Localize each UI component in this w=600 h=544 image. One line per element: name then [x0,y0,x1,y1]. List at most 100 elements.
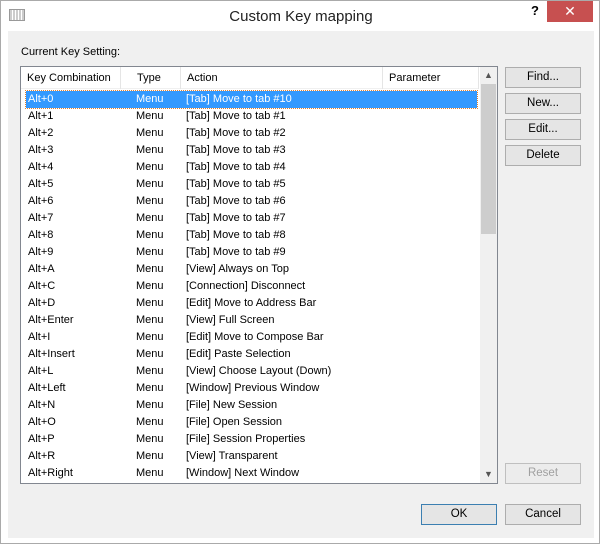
action-cell: [Tab] Move to tab #7 [186,212,286,224]
key-mapping-list[interactable]: Key Combination Type Action Parameter Al… [20,66,498,484]
table-row[interactable]: Alt+7 Menu [Tab] Move to tab #7 [26,210,477,227]
key-combination-cell: Alt+I [28,331,51,343]
table-row[interactable]: Alt+8 Menu [Tab] Move to tab #8 [26,227,477,244]
delete-button[interactable]: Delete [505,145,581,166]
key-combination-cell: Alt+N [28,399,56,411]
scroll-up-icon[interactable]: ▲ [480,67,497,84]
table-row[interactable]: Alt+4 Menu [Tab] Move to tab #4 [26,159,477,176]
type-cell: Menu [136,110,164,122]
parameter-cell [384,380,474,397]
type-cell: Menu [136,416,164,428]
parameter-cell [384,261,474,278]
action-cell: [Connection] Disconnect [186,280,306,292]
parameter-cell [384,193,474,210]
table-row[interactable]: Alt+L Menu [View] Choose Layout (Down) [26,363,477,380]
parameter-cell [384,295,474,312]
type-cell: Menu [136,229,164,241]
table-row[interactable]: Alt+N Menu [File] New Session [26,397,477,414]
table-row[interactable]: Alt+5 Menu [Tab] Move to tab #5 [26,176,477,193]
table-row[interactable]: Alt+6 Menu [Tab] Move to tab #6 [26,193,477,210]
dialog-window: Custom Key mapping ? ✕ Current Key Setti… [0,0,600,544]
table-row[interactable]: Alt+Enter Menu [View] Full Screen [26,312,477,329]
parameter-cell [384,414,474,431]
key-combination-cell: Alt+3 [28,144,54,156]
table-row[interactable]: Alt+Insert Menu [Edit] Paste Selection [26,346,477,363]
action-cell: [File] New Session [186,399,278,411]
key-combination-cell: Alt+D [28,297,56,309]
table-row[interactable]: Alt+Right Menu [Window] Next Window [26,465,477,482]
action-cell: [View] Full Screen [186,314,275,326]
key-combination-cell: Alt+R [28,450,56,462]
table-row[interactable]: Alt+9 Menu [Tab] Move to tab #9 [26,244,477,261]
key-combination-cell: Alt+7 [28,212,54,224]
key-combination-cell: Alt+6 [28,195,54,207]
help-button[interactable]: ? [525,3,545,18]
key-combination-cell: Alt+1 [28,110,54,122]
action-cell: [File] Session Properties [186,433,306,445]
column-key-combination[interactable]: Key Combination [21,67,121,89]
table-row[interactable]: Alt+2 Menu [Tab] Move to tab #2 [26,125,477,142]
parameter-cell [384,278,474,295]
table-row[interactable]: Alt+C Menu [Connection] Disconnect [26,278,477,295]
column-action[interactable]: Action [181,67,383,89]
table-row[interactable]: Alt+O Menu [File] Open Session [26,414,477,431]
new-button[interactable]: New... [505,93,581,114]
key-combination-cell: Alt+4 [28,161,54,173]
action-cell: [Tab] Move to tab #8 [186,229,286,241]
parameter-cell [384,142,474,159]
table-row[interactable]: Alt+D Menu [Edit] Move to Address Bar [26,295,477,312]
edit-button[interactable]: Edit... [505,119,581,140]
column-type[interactable]: Type [121,67,181,89]
action-cell: [Edit] Move to Compose Bar [186,331,324,343]
column-parameter[interactable]: Parameter [383,67,479,89]
type-cell: Menu [136,263,164,275]
action-cell: [Tab] Move to tab #10 [186,93,292,105]
action-cell: [Edit] Move to Address Bar [186,297,317,309]
parameter-cell [384,159,474,176]
parameter-cell [384,244,474,261]
type-cell: Menu [136,161,164,173]
scroll-down-icon[interactable]: ▼ [480,466,497,483]
parameter-cell [384,91,474,108]
parameter-cell [384,431,474,448]
parameter-cell [384,227,474,244]
action-cell: [File] Open Session [186,416,282,428]
action-cell: [Tab] Move to tab #4 [186,161,286,173]
table-row[interactable]: Alt+0 Menu [Tab] Move to tab #10 [25,90,478,109]
parameter-cell [384,329,474,346]
type-cell: Menu [136,382,164,394]
list-rows: Alt+0 Menu [Tab] Move to tab #10 Alt+1 Menu [… [25,90,478,482]
key-combination-cell: Alt+O [28,416,56,428]
key-combination-cell: Alt+P [28,433,55,445]
parameter-cell [384,210,474,227]
table-row[interactable]: Alt+1 Menu [Tab] Move to tab #1 [26,108,477,125]
parameter-cell [384,346,474,363]
parameter-cell [384,125,474,142]
key-combination-cell: Alt+A [28,263,55,275]
table-row[interactable]: Alt+A Menu [View] Always on Top [26,261,477,278]
table-row[interactable]: Alt+P Menu [File] Session Properties [26,431,477,448]
key-combination-cell: Alt+Insert [28,348,75,360]
type-cell: Menu [136,93,164,105]
table-row[interactable]: Alt+R Menu [View] Transparent [26,448,477,465]
table-row[interactable]: Alt+I Menu [Edit] Move to Compose Bar [26,329,477,346]
find-button[interactable]: Find... [505,67,581,88]
action-cell: [Tab] Move to tab #6 [186,195,286,207]
action-cell: [View] Choose Layout (Down) [186,365,332,377]
ok-button[interactable]: OK [421,504,497,525]
key-combination-cell: Alt+2 [28,127,54,139]
scroll-thumb[interactable] [481,84,496,234]
type-cell: Menu [136,331,164,343]
key-combination-cell: Alt+Right [28,467,73,479]
table-row[interactable]: Alt+Left Menu [Window] Previous Window [26,380,477,397]
type-cell: Menu [136,178,164,190]
close-button[interactable]: ✕ [547,1,593,22]
parameter-cell [384,363,474,380]
key-combination-cell: Alt+8 [28,229,54,241]
cancel-button[interactable]: Cancel [505,504,581,525]
reset-button[interactable]: Reset [505,463,581,484]
type-cell: Menu [136,365,164,377]
vertical-scrollbar[interactable]: ▲ ▼ [480,67,497,483]
table-row[interactable]: Alt+3 Menu [Tab] Move to tab #3 [26,142,477,159]
type-cell: Menu [136,450,164,462]
